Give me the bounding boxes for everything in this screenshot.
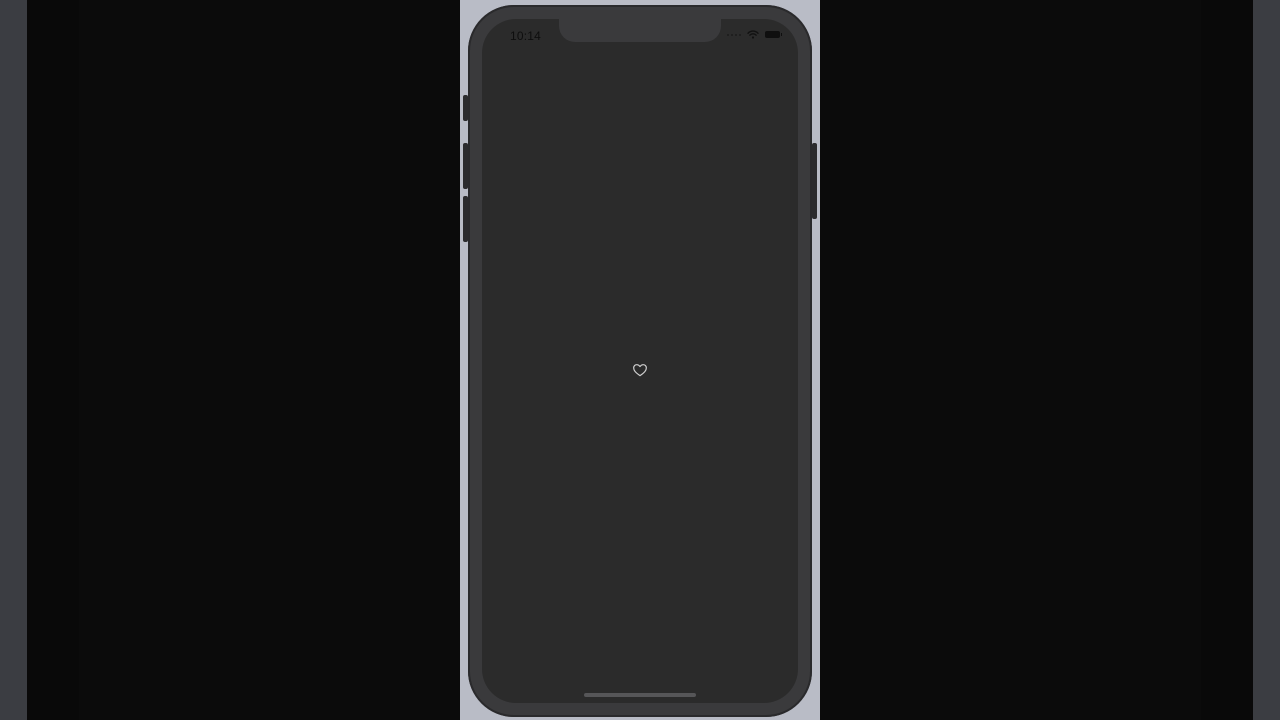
left-edge-panel [0, 0, 27, 720]
phone-frame: 10:14 [463, 5, 817, 717]
left-dark-panel [27, 0, 79, 720]
power-button[interactable] [812, 143, 817, 219]
phone-screen[interactable]: 10:14 [482, 19, 798, 703]
heart-outline-icon [633, 364, 647, 377]
right-dark-panel [1201, 0, 1253, 720]
status-indicators [727, 30, 782, 39]
notch [559, 19, 721, 42]
heart-button[interactable] [632, 362, 648, 378]
stage: 10:14 [0, 0, 1280, 720]
signal-icon [727, 33, 741, 36]
right-edge-panel [1253, 0, 1280, 720]
status-time: 10:14 [510, 29, 542, 43]
simulator-window: 10:14 [460, 0, 820, 720]
volume-down-button[interactable] [463, 196, 468, 242]
wifi-icon [747, 30, 759, 39]
home-indicator[interactable] [584, 693, 696, 697]
battery-icon [765, 31, 782, 38]
silent-switch[interactable] [463, 95, 468, 121]
volume-up-button[interactable] [463, 143, 468, 189]
